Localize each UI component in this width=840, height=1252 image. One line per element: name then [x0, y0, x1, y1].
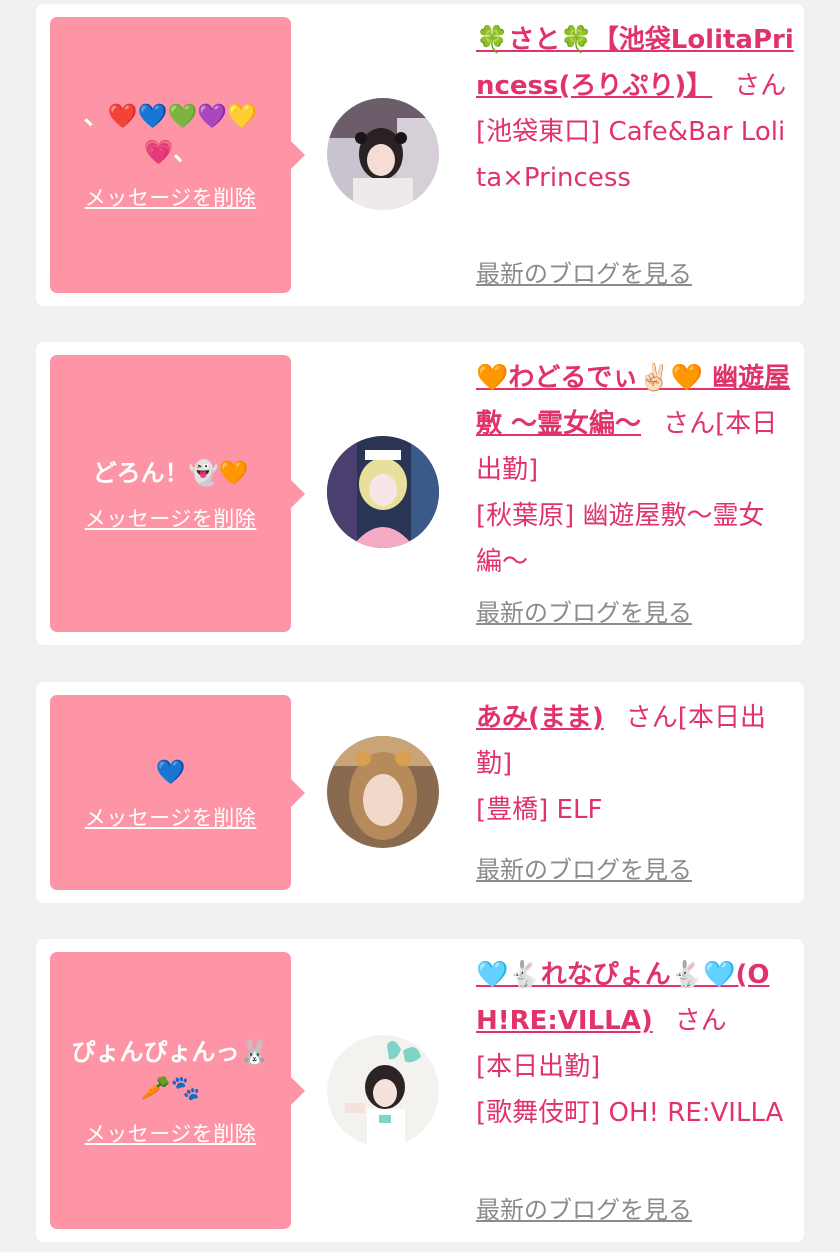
latest-blog-link[interactable]: 最新のブログを見る — [476, 850, 692, 885]
work-status: [本日出勤] — [476, 1052, 601, 1082]
avatar[interactable] — [327, 736, 439, 848]
message-card: ぴょんぴょんっ🐰🥕🐾 メッセージを削除 🩵🐇れなぴょん🐇🩵(OH!RE:VILL… — [36, 939, 804, 1242]
message-bubble: どろん！👻🧡 メッセージを削除 — [50, 355, 305, 632]
shop-name: [歌舞伎町] OH! RE:VILLA — [476, 1098, 784, 1128]
message-bubble: 、❤️💙💚💜💛💗、 メッセージを削除 — [50, 17, 305, 293]
avatar[interactable] — [327, 98, 439, 210]
honorific: さん — [663, 409, 716, 439]
message-card: どろん！👻🧡 メッセージを削除 🧡わどるでぃ✌🏻🧡 幽遊屋敷 〜霊女編〜 さん[本… — [36, 342, 804, 645]
latest-blog-link[interactable]: 最新のブログを見る — [476, 593, 692, 628]
message-bubble: 💙 メッセージを削除 — [50, 695, 305, 890]
message-card: 💙 メッセージを削除 あみ(まま) さん[本日出勤] [豊橋] ELF 最新のブロ… — [36, 682, 804, 903]
message-text: どろん！👻🧡 — [92, 458, 249, 487]
honorific: さん — [674, 1006, 727, 1036]
latest-blog-link[interactable]: 最新のブログを見る — [476, 1190, 692, 1225]
delete-message-link[interactable]: メッセージを削除 — [85, 1118, 257, 1148]
honorific: さん — [734, 71, 787, 101]
delete-message-link[interactable]: メッセージを削除 — [85, 182, 257, 212]
user-info: 🍀さと🍀【池袋LolitaPrincess(ろりぷり)】 さん [池袋東口] Ca… — [476, 17, 794, 201]
user-info: あみ(まま) さん[本日出勤] [豊橋] ELF — [476, 695, 794, 833]
shop-name: [豊橋] ELF — [476, 795, 603, 825]
shop-name: [池袋東口] Cafe&Bar Lolita×Princess — [476, 117, 786, 193]
delete-message-link[interactable]: メッセージを削除 — [85, 503, 257, 533]
message-bubble: ぴょんぴょんっ🐰🥕🐾 メッセージを削除 — [50, 952, 305, 1229]
message-text: 💙 — [155, 757, 186, 786]
shop-name: [秋葉原] 幽遊屋敷〜霊女編〜 — [476, 501, 765, 577]
message-text: 、❤️💙💚💜💛💗、 — [83, 102, 258, 166]
latest-blog-link[interactable]: 最新のブログを見る — [476, 254, 692, 289]
delete-message-link[interactable]: メッセージを削除 — [85, 802, 257, 832]
user-info: 🩵🐇れなぴょん🐇🩵(OH!RE:VILLA) さん [本日出勤] [歌舞伎町] O… — [476, 952, 794, 1136]
message-text: ぴょんぴょんっ🐰🥕🐾 — [71, 1037, 270, 1102]
user-name-link[interactable]: あみ(まま) — [476, 703, 604, 733]
avatar[interactable] — [327, 1035, 439, 1147]
honorific: さん — [625, 703, 678, 733]
avatar[interactable] — [327, 436, 439, 548]
user-info: 🧡わどるでぃ✌🏻🧡 幽遊屋敷 〜霊女編〜 さん[本日出勤] [秋葉原] 幽遊屋敷〜… — [476, 355, 794, 585]
message-card: 、❤️💙💚💜💛💗、 メッセージを削除 🍀さと🍀【池袋LolitaPrincess… — [36, 4, 804, 306]
